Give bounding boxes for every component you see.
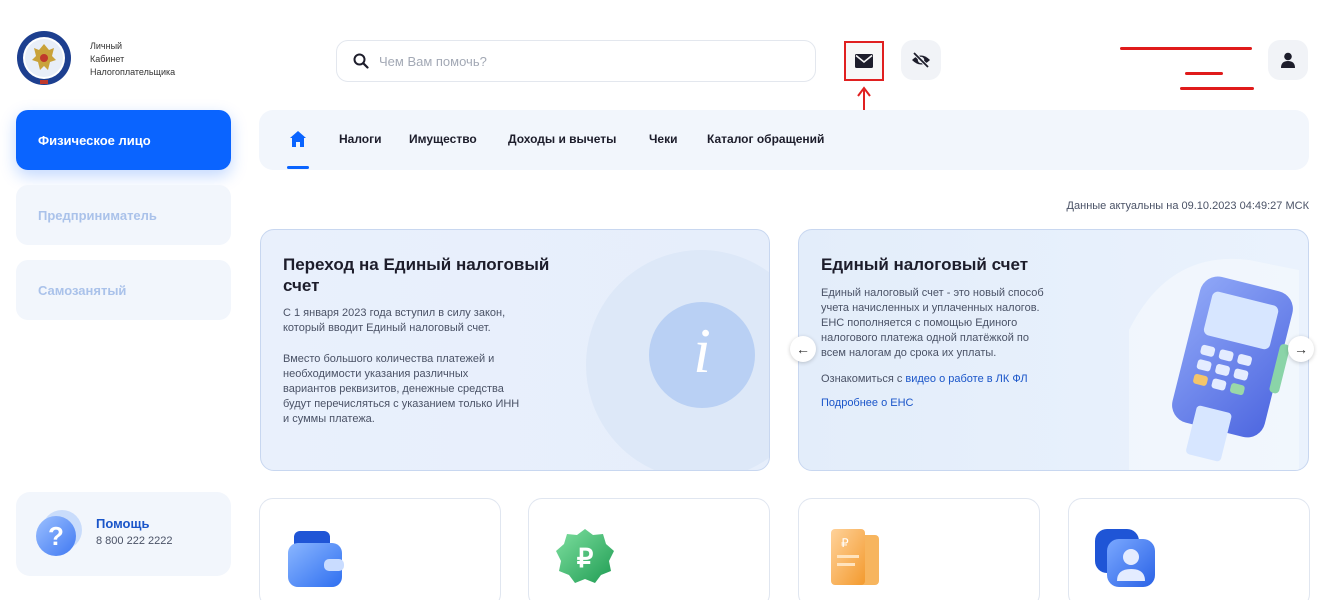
banner-text-line: ЕНС пополняется с помощью Единого — [821, 317, 1018, 329]
receipt-icon: ₽ — [831, 529, 879, 585]
search-icon — [353, 53, 369, 69]
info-icon: i — [649, 302, 755, 408]
redacted-user-name — [1180, 87, 1254, 90]
sidebar-item-label: Предприниматель — [38, 207, 157, 223]
banner-title: Переход на Единый налоговый счет — [283, 255, 550, 295]
profile-button[interactable] — [1268, 40, 1308, 80]
banner-title: Единый налоговый счет — [821, 255, 1029, 274]
nav-item-receipts[interactable]: Чеки — [649, 132, 678, 146]
nav-item-income-deductions[interactable]: Доходы и вычеты — [508, 132, 616, 146]
banner-paragraph: Единый налоговый счет - это новый способ… — [821, 286, 1044, 361]
hide-balance-button[interactable] — [901, 40, 941, 80]
envelope-icon — [855, 54, 873, 68]
help-card[interactable]: ? Помощь 8 800 222 2222 — [16, 492, 231, 576]
id-card-icon — [1095, 529, 1155, 587]
ruble-badge-icon: ₽ — [556, 529, 614, 583]
redacted-user-name — [1120, 47, 1252, 50]
user-icon — [1281, 52, 1295, 68]
service-card-wallet[interactable] — [259, 498, 501, 600]
question-bubble-icon: ? — [36, 510, 82, 556]
nav-item-property[interactable]: Имущество — [409, 132, 477, 146]
payment-terminal-icon — [1129, 258, 1299, 470]
eye-off-icon — [912, 52, 930, 68]
banner-text-line: будут перечисляться с указанием только И… — [283, 398, 520, 410]
banner-text-line: вариантов реквизитов, денежные средства — [283, 383, 504, 395]
svg-text:₽: ₽ — [577, 543, 594, 573]
wallet-icon — [288, 531, 344, 587]
fns-emblem-logo[interactable] — [16, 30, 72, 86]
carousel-prev-button[interactable]: ← — [790, 336, 816, 362]
sidebar-item-label: Физическое лицо — [38, 132, 151, 148]
data-updated-timestamp: Данные актуальны на 09.10.2023 04:49:27 … — [1066, 200, 1309, 212]
banner-paragraph: С 1 января 2023 года вступил в силу зако… — [283, 306, 505, 336]
banner-text-line: налогового платежа одной платёжкой по — [821, 332, 1029, 344]
search-input[interactable] — [379, 53, 779, 69]
search-bar[interactable] — [336, 40, 816, 82]
arrow-left-icon: ← — [796, 341, 810, 357]
sidebar-item-self-employed[interactable]: Самозанятый — [16, 260, 231, 320]
banner-paragraph: Вместо большого количества платежей и не… — [283, 352, 519, 427]
banner-text-line: учета начисленных и уплаченных налогов. — [821, 302, 1040, 314]
banner-text: Ознакомиться с — [821, 373, 906, 385]
logo-caption-line: Налогоплательщика — [90, 67, 176, 77]
nav-item-taxes[interactable]: Налоги — [339, 132, 382, 146]
main-nav: Налоги Имущество Доходы и вычеты Чеки Ка… — [259, 110, 1309, 170]
ens-transition-banner[interactable]: i Переход на Единый налоговый счет С 1 я… — [260, 229, 770, 471]
more-about-ens-link[interactable]: Подробнее о ЕНС — [821, 396, 914, 411]
ens-info-banner[interactable]: Единый налоговый счет Единый налоговый с… — [798, 229, 1309, 471]
logo-caption-line: Кабинет — [90, 54, 125, 64]
banner-text-line: Вместо большого количества платежей и — [283, 353, 495, 365]
carousel-next-button[interactable]: → — [1288, 336, 1314, 362]
sidebar-item-individual[interactable]: Физическое лицо — [16, 110, 231, 170]
video-link[interactable]: видео о работе в ЛК ФЛ — [905, 373, 1027, 385]
banner-text-line: Единый налоговый счет - это новый способ — [821, 287, 1044, 299]
service-card-receipt[interactable]: ₽ — [798, 498, 1040, 600]
banner-text-line: всем налогам до срока их уплаты. — [821, 347, 997, 359]
banner-text-line: С 1 января 2023 года вступил в силу зако… — [283, 307, 506, 319]
logo-caption: Личный Кабинет Налогоплательщика — [90, 40, 175, 79]
svg-text:₽: ₽ — [841, 536, 849, 550]
arrow-right-icon: → — [1294, 341, 1308, 357]
service-card-profile[interactable] — [1068, 498, 1310, 600]
service-card-ruble[interactable]: ₽ — [528, 498, 770, 600]
help-title: Помощь — [96, 516, 150, 531]
sidebar-item-label: Самозанятый — [38, 282, 127, 298]
banner-text-line: который вводит Единый налоговый счет. — [283, 322, 491, 334]
nav-item-request-catalog[interactable]: Каталог обращений — [707, 132, 824, 146]
svg-text:?: ? — [48, 521, 64, 551]
banner-text-line: необходимости указания различных — [283, 368, 469, 380]
messages-button[interactable] — [844, 41, 884, 81]
redacted-user-name — [1185, 72, 1223, 75]
logo-caption-line: Личный — [90, 41, 123, 51]
help-phone[interactable]: 8 800 222 2222 — [96, 535, 172, 547]
home-icon[interactable] — [289, 130, 307, 148]
banner-video-line: Ознакомиться с видео о работе в ЛК ФЛ — [821, 372, 1028, 387]
banner-text-line: и суммы платежа. — [283, 413, 375, 425]
active-tab-indicator — [287, 166, 309, 169]
sidebar-item-entrepreneur[interactable]: Предприниматель — [16, 185, 231, 245]
